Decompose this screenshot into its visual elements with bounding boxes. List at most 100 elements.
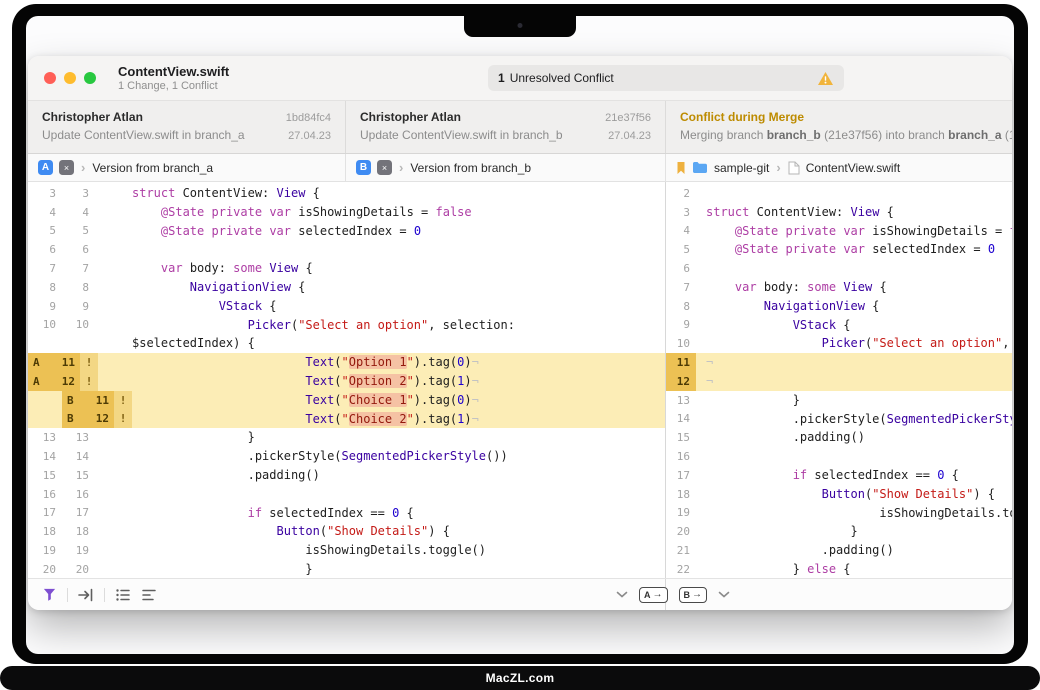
- code-line[interactable]: 1616: [28, 485, 665, 504]
- breadcrumb-file[interactable]: ContentView.swift: [806, 161, 901, 175]
- code-line[interactable]: 11¬: [666, 353, 1012, 372]
- code-line[interactable]: 88 NavigationView {: [28, 278, 665, 297]
- zoom-button[interactable]: [84, 72, 96, 84]
- code-token: .pickerStyle(: [132, 449, 342, 463]
- chevron-down-icon[interactable]: [718, 591, 730, 598]
- code-line[interactable]: 9 VStack {: [666, 316, 1012, 335]
- breadcrumb-label[interactable]: Version from branch_b: [410, 161, 531, 175]
- code-token: Picker: [248, 318, 291, 332]
- code-token: 0: [414, 224, 421, 238]
- code-text: Text("Option 2").tag(1)¬: [124, 372, 665, 391]
- line-gutter: 21: [666, 541, 696, 560]
- hunk-list-icon[interactable]: [141, 588, 157, 602]
- code-line[interactable]: A11! Text("Option 1").tag(0)¬: [28, 353, 665, 372]
- merge-pane-versions: 33struct ContentView: View {44 @State pr…: [28, 182, 665, 578]
- code-line[interactable]: 1515 .padding(): [28, 466, 665, 485]
- code-token: [706, 224, 735, 238]
- filter-icon[interactable]: ×: [59, 160, 74, 175]
- code-line[interactable]: 14 .pickerStyle(SegmentedPickerStyle()): [666, 410, 1012, 429]
- filter-changes-icon[interactable]: [42, 587, 57, 602]
- take-version-b-button[interactable]: B →: [679, 587, 708, 603]
- take-b-label: B: [684, 590, 691, 600]
- code-line[interactable]: 77 var body: some View {: [28, 259, 665, 278]
- line-gutter: 33: [28, 184, 124, 203]
- code-line[interactable]: 5 @State private var selectedIndex = 0: [666, 240, 1012, 259]
- code-token: .padding(): [706, 430, 865, 444]
- code-token: }: [132, 562, 313, 576]
- breadcrumb-folder[interactable]: sample-git: [714, 161, 769, 175]
- close-button[interactable]: [44, 72, 56, 84]
- code-line[interactable]: 6: [666, 259, 1012, 278]
- code-token: [132, 280, 190, 294]
- code-line[interactable]: $selectedIndex) {: [28, 334, 665, 353]
- code-token: ): [464, 355, 471, 369]
- code-line[interactable]: 1919 isShowingDetails.toggle(): [28, 541, 665, 560]
- take-version-a-button[interactable]: A →: [639, 587, 668, 603]
- code-token: [706, 280, 735, 294]
- commit-author: Christopher Atlan: [360, 110, 461, 124]
- code-token: ": [342, 393, 349, 407]
- code-line[interactable]: B11! Text("Choice 1").tag(0)¬: [28, 391, 665, 410]
- code-token: selectedIndex ==: [807, 468, 937, 482]
- code-line[interactable]: B12! Text("Choice 2").tag(1)¬: [28, 410, 665, 429]
- code-token: ": [342, 355, 349, 369]
- code-line[interactable]: 4 @State private var isShowingDetails = …: [666, 222, 1012, 241]
- line-number: 15: [28, 466, 56, 485]
- code-line[interactable]: 44 @State private var isShowingDetails =…: [28, 203, 665, 222]
- code-token: }: [706, 393, 800, 407]
- version-b-badge[interactable]: B: [356, 160, 371, 175]
- minimize-button[interactable]: [64, 72, 76, 84]
- code-line[interactable]: 21 .padding(): [666, 541, 1012, 560]
- code-line[interactable]: 33struct ContentView: View {: [28, 184, 665, 203]
- code-line[interactable]: 12¬: [666, 372, 1012, 391]
- line-number: 6: [61, 240, 89, 259]
- code-line[interactable]: 1010 Picker("Select an option", selectio…: [28, 316, 665, 335]
- filter-icon[interactable]: ×: [377, 160, 392, 175]
- version-a-badge[interactable]: A: [38, 160, 53, 175]
- unresolved-conflict-badge[interactable]: 1 Unresolved Conflict: [488, 65, 844, 91]
- jump-to-change-icon[interactable]: [78, 588, 94, 602]
- code-line[interactable]: 1313 }: [28, 428, 665, 447]
- code-token: [706, 242, 735, 256]
- code-line[interactable]: 18 Button("Show Details") {: [666, 485, 1012, 504]
- toolbar-left-group: [28, 587, 157, 602]
- code-line[interactable]: 1717 if selectedIndex == 0 {: [28, 504, 665, 523]
- code-line[interactable]: 55 @State private var selectedIndex = 0: [28, 222, 665, 241]
- code-text: if selectedIndex == 0 {: [124, 504, 665, 523]
- code-line[interactable]: 10 Picker("Select an option", selection:: [666, 334, 1012, 353]
- code-line[interactable]: 7 var body: some View {: [666, 278, 1012, 297]
- code-line[interactable]: A12! Text("Option 2").tag(1)¬: [28, 372, 665, 391]
- code-line[interactable]: 16: [666, 447, 1012, 466]
- code-token: ¬: [472, 374, 479, 388]
- code-token: if: [793, 468, 807, 482]
- line-number: 7: [28, 259, 56, 278]
- diff-editor: 33struct ContentView: View {44 @State pr…: [28, 182, 1012, 578]
- line-gutter: 88: [28, 278, 124, 297]
- code-line[interactable]: 1818 Button("Show Details") {: [28, 522, 665, 541]
- code-text: ¬: [696, 353, 1012, 372]
- code-line[interactable]: 1414 .pickerStyle(SegmentedPickerStyle()…: [28, 447, 665, 466]
- code-line[interactable]: 13 }: [666, 391, 1012, 410]
- code-line[interactable]: 22 } else {: [666, 560, 1012, 578]
- line-numbers-icon[interactable]: [115, 588, 131, 602]
- code-line[interactable]: 19 isShowingDetails.toggle(): [666, 504, 1012, 523]
- code-line[interactable]: 20 }: [666, 522, 1012, 541]
- code-line[interactable]: 2020 }: [28, 560, 665, 578]
- code-line[interactable]: 8 NavigationView {: [666, 297, 1012, 316]
- code-token: View: [843, 280, 872, 294]
- chevron-down-icon[interactable]: [616, 591, 628, 598]
- code-token: "Select an option": [298, 318, 428, 332]
- code-line[interactable]: 66: [28, 240, 665, 259]
- code-line[interactable]: 99 VStack {: [28, 297, 665, 316]
- breadcrumb-label[interactable]: Version from branch_a: [92, 161, 213, 175]
- code-text: .padding(): [696, 541, 1012, 560]
- code-line[interactable]: 17 if selectedIndex == 0 {: [666, 466, 1012, 485]
- line-number: 18: [28, 522, 56, 541]
- code-token: [706, 299, 764, 313]
- conflict-letter: A: [33, 356, 40, 369]
- code-token: ¬: [472, 393, 479, 407]
- line-gutter: 1313: [28, 428, 124, 447]
- code-line[interactable]: 3struct ContentView: View {: [666, 203, 1012, 222]
- code-line[interactable]: 15 .padding(): [666, 428, 1012, 447]
- code-line[interactable]: 2: [666, 184, 1012, 203]
